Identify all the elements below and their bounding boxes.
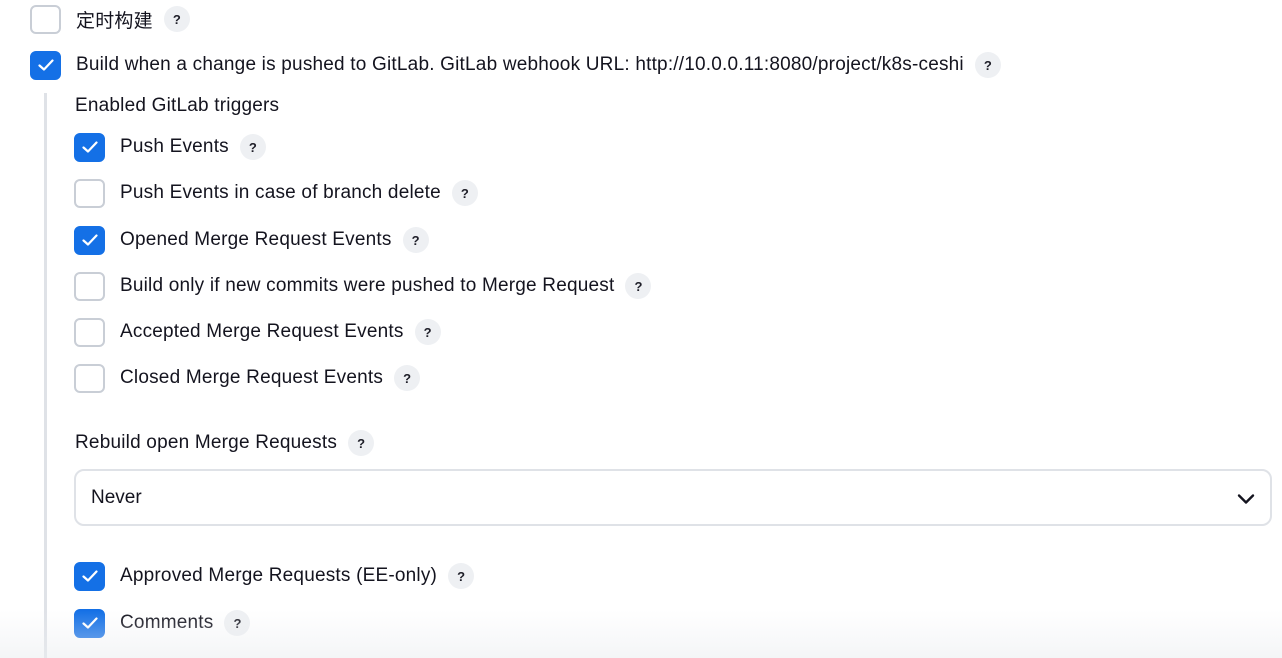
comments-checkbox[interactable]: [74, 608, 105, 638]
closed-mr-label[interactable]: Closed Merge Request Events: [120, 367, 383, 389]
gitlab-push-trigger-option: Build when a change is pushed to GitLab.…: [30, 49, 1001, 81]
check-icon: [81, 141, 98, 153]
push-events-label[interactable]: Push Events: [120, 136, 229, 158]
help-icon[interactable]: ?: [163, 6, 190, 32]
help-icon[interactable]: ?: [451, 180, 478, 206]
accepted-mr-checkbox[interactable]: [74, 317, 105, 347]
help-icon[interactable]: ?: [224, 610, 251, 636]
timer-build-checkbox[interactable]: [30, 4, 61, 34]
trigger-push-events: Push Events ?: [74, 131, 266, 163]
opened-mr-checkbox[interactable]: [74, 225, 105, 255]
trigger-new-commits-mr: Build only if new commits were pushed to…: [74, 270, 652, 302]
rebuild-open-mr-selected-value: Never: [91, 486, 142, 508]
help-icon[interactable]: ?: [448, 563, 475, 589]
help-icon[interactable]: ?: [402, 227, 429, 253]
approved-mr-label[interactable]: Approved Merge Requests (EE-only): [120, 565, 437, 587]
new-commits-mr-label[interactable]: Build only if new commits were pushed to…: [120, 275, 614, 297]
trigger-closed-mr: Closed Merge Request Events ?: [74, 362, 421, 394]
gitlab-push-trigger-label[interactable]: Build when a change is pushed to GitLab.…: [76, 54, 964, 76]
help-icon[interactable]: ?: [348, 430, 375, 456]
timer-build-label[interactable]: 定时构建: [76, 6, 153, 33]
rebuild-open-mr-heading-row: Rebuild open Merge Requests ?: [75, 427, 375, 459]
check-icon: [37, 59, 54, 71]
push-events-checkbox[interactable]: [74, 132, 105, 162]
push-branch-delete-checkbox[interactable]: [74, 178, 105, 208]
push-branch-delete-label[interactable]: Push Events in case of branch delete: [120, 182, 441, 204]
approved-mr-checkbox[interactable]: [74, 561, 105, 591]
trigger-opened-mr: Opened Merge Request Events ?: [74, 224, 429, 256]
enabled-triggers-heading: Enabled GitLab triggers: [75, 95, 280, 116]
new-commits-mr-checkbox[interactable]: [74, 271, 105, 301]
opened-mr-label[interactable]: Opened Merge Request Events: [120, 229, 392, 251]
comments-label[interactable]: Comments: [120, 612, 213, 634]
help-icon[interactable]: ?: [414, 319, 441, 345]
rebuild-open-mr-select[interactable]: Never: [74, 469, 1272, 526]
check-icon: [81, 234, 98, 246]
trigger-approved-mr: Approved Merge Requests (EE-only) ?: [74, 560, 475, 592]
timer-build-option: 定时构建 ?: [30, 3, 190, 35]
trigger-push-branch-delete: Push Events in case of branch delete ?: [74, 177, 478, 209]
help-icon[interactable]: ?: [394, 365, 421, 391]
help-icon[interactable]: ?: [974, 52, 1001, 78]
nested-section-divider: [44, 93, 47, 658]
check-icon: [81, 617, 98, 629]
rebuild-open-mr-label: Rebuild open Merge Requests: [75, 432, 338, 453]
gitlab-push-trigger-checkbox[interactable]: [30, 50, 61, 80]
accepted-mr-label[interactable]: Accepted Merge Request Events: [120, 321, 404, 343]
help-icon[interactable]: ?: [239, 134, 266, 160]
check-icon: [81, 570, 98, 582]
help-icon[interactable]: ?: [625, 273, 652, 299]
closed-mr-checkbox[interactable]: [74, 363, 105, 393]
chevron-down-icon: [1237, 494, 1255, 504]
trigger-accepted-mr: Accepted Merge Request Events ?: [74, 316, 441, 348]
trigger-comments: Comments ?: [74, 607, 251, 639]
